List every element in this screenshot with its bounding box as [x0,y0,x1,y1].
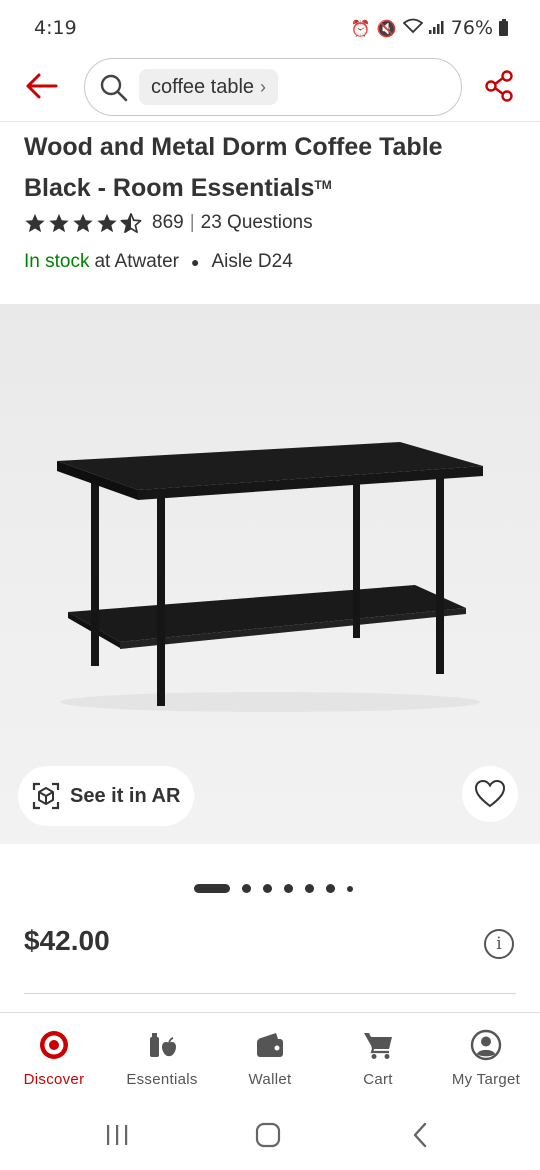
product-title-line2: Black - Room Essentials [24,174,315,202]
essentials-icon [146,1029,178,1061]
carousel-dot[interactable] [262,884,272,893]
wallet-icon [254,1029,286,1061]
cart-icon [362,1029,394,1061]
see-in-ar-button[interactable]: See it in AR [18,766,195,826]
search-field[interactable]: coffee table › [84,58,462,116]
back-arrow-icon [26,73,58,99]
carousel-dot[interactable] [241,884,251,893]
status-icons: ⏰ 🔇 76% [351,17,508,39]
star-icon [49,213,69,233]
search-query-chip[interactable]: coffee table › [139,69,279,105]
nav-label: Discover [23,1071,85,1088]
carousel-dot-active[interactable] [193,884,230,893]
star-icon [25,213,45,233]
recent-apps-button[interactable] [97,1120,137,1150]
nav-wallet[interactable]: Wallet [216,1013,324,1100]
nav-discover[interactable]: Discover [0,1013,108,1100]
search-icon [100,74,128,102]
ar-cube-icon [32,782,60,810]
info-icon: i [496,934,502,954]
nav-label: Essentials [126,1071,198,1088]
trademark-mark: TM [314,178,332,192]
account-icon [470,1029,502,1061]
ar-button-label: See it in AR [70,784,181,807]
star-icon [97,213,117,233]
status-bar: 4:19 ⏰ 🔇 76% [0,0,540,56]
carousel-dot[interactable] [325,884,335,893]
product-image [57,442,483,712]
home-button[interactable] [248,1120,288,1150]
product-image-carousel[interactable]: See it in AR [0,304,540,844]
system-back-button[interactable] [400,1120,440,1150]
bottom-nav: Discover Essentials Wallet Cart My Targe… [0,1012,540,1100]
store-name: at Atwater [94,251,179,272]
nav-label: My Target [451,1071,521,1088]
aisle-location: Aisle D24 [211,251,293,272]
nav-cart[interactable]: Cart [324,1013,432,1100]
product-price: $42.00 [24,925,110,956]
nav-my-target[interactable]: My Target [432,1013,540,1100]
divider [24,993,516,994]
chevron-right-icon: › [260,76,267,97]
target-logo-icon [38,1029,70,1061]
header: coffee table › [0,56,540,122]
stock-row[interactable]: In stock at Atwater ● Aisle D24 [24,251,293,273]
product-title: Wood and Metal Dorm Coffee Table Black -… [24,128,514,207]
search-query-text: coffee table [151,75,255,98]
alarm-icon: ⏰ [350,18,371,38]
stock-status: In stock [24,251,90,272]
favorite-button[interactable] [462,766,518,822]
battery-percent: 76% [450,17,493,39]
price-info-button[interactable]: i [484,929,514,959]
questions-link[interactable]: 23 Questions [201,212,313,234]
home-icon [255,1122,281,1148]
carousel-dot[interactable] [346,885,353,892]
review-count[interactable]: 869 [152,212,184,234]
carousel-dot[interactable] [283,884,293,893]
battery-icon [499,18,508,36]
recent-apps-icon [107,1125,128,1145]
star-rating [24,212,142,234]
bullet-separator: ● [190,254,200,270]
share-icon [485,70,513,102]
nav-essentials[interactable]: Essentials [108,1013,216,1100]
nav-label: Wallet [248,1071,292,1088]
rating-divider: | [189,212,195,233]
status-time: 4:19 [34,17,77,39]
rating-row[interactable]: 869 | 23 Questions [24,212,313,234]
chevron-left-icon [413,1122,427,1148]
half-star-icon [120,213,142,233]
signal-icon [428,19,445,38]
nav-label: Cart [363,1071,393,1088]
wifi-icon [402,18,424,38]
mute-icon: 🔇 [376,18,397,38]
heart-icon [474,779,506,808]
share-button[interactable] [484,70,514,102]
star-icon [73,213,93,233]
carousel-dot[interactable] [304,884,314,893]
carousel-indicator[interactable] [0,884,540,893]
system-nav-bar [0,1100,540,1170]
product-title-line1: Wood and Metal Dorm Coffee Table [24,133,443,161]
back-button[interactable] [24,71,60,101]
